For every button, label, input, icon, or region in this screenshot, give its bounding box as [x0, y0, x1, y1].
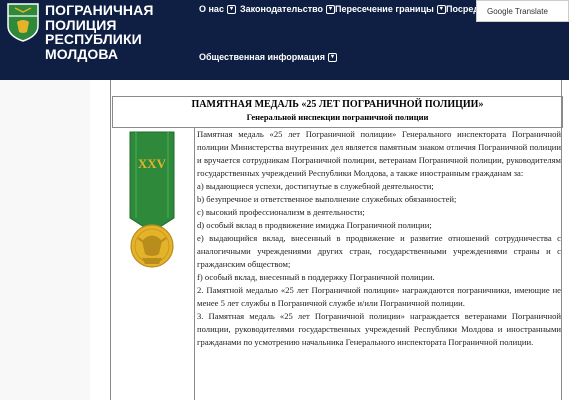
- nav-border-crossing-label: Пересечение границы: [335, 4, 434, 14]
- border-police-logo-icon[interactable]: [6, 2, 40, 42]
- table-border-left: [110, 80, 111, 400]
- article-paragraph: a) выдающиеся успехи, достигнутые в служ…: [197, 181, 434, 191]
- chevron-down-icon: ▾: [327, 52, 337, 62]
- nav-public-information-label: Общественная информация: [199, 52, 325, 62]
- left-sidebar: [0, 80, 90, 400]
- nav-about-label: О нас: [199, 4, 224, 14]
- medal-ribbon-text: XXV: [138, 156, 167, 171]
- brand-line: ПОЛИЦИЯ: [45, 16, 117, 33]
- google-translate-label: Google Translate: [487, 6, 548, 16]
- medal-image-cell: XXV: [112, 128, 195, 400]
- page-body: ПАМЯТНАЯ МЕДАЛЬ «25 ЛЕТ ПОГРАНИЧНОЙ ПОЛИ…: [0, 80, 569, 400]
- nav-mediation[interactable]: Посред: [446, 4, 479, 14]
- brand-line: ПОГРАНИЧНАЯ: [45, 2, 154, 18]
- site-header: ПОГРАНИЧНАЯ ПОЛИЦИЯ РЕСПУБЛИКИ МОЛДОВА О…: [0, 0, 569, 80]
- google-translate-widget[interactable]: Google Translate: [476, 0, 569, 22]
- article-paragraph: Памятная медаль «25 лет Пограничной поли…: [197, 129, 561, 178]
- article-paragraph: b) безупречное и ответственное выполнени…: [197, 194, 457, 204]
- nav-legislation-label: Законодательство: [240, 4, 324, 14]
- chevron-down-icon: ▾: [226, 4, 236, 14]
- nav-about[interactable]: О нас ▾: [199, 4, 236, 14]
- site-brand-name[interactable]: ПОГРАНИЧНАЯ ПОЛИЦИЯ РЕСПУБЛИКИ МОЛДОВА: [45, 3, 154, 61]
- page-subtitle: Генеральной инспекции пограничной полици…: [246, 112, 429, 122]
- article-paragraph: c) высокий профессионализм в деятельност…: [197, 207, 365, 217]
- article-paragraph: 3. Памятная медаль «25 лет Пограничной п…: [197, 311, 561, 347]
- table-border-right: [561, 80, 562, 400]
- chevron-down-icon: ▾: [326, 4, 336, 14]
- chevron-down-icon: ▾: [436, 4, 446, 14]
- nav-mediation-label: Посред: [446, 4, 480, 14]
- brand-line: РЕСПУБЛИКИ: [45, 31, 142, 47]
- article-paragraph: 2. Памятной медалью «25 лет Пограничной …: [197, 285, 561, 308]
- nav-public-information[interactable]: Общественная информация ▾: [199, 52, 337, 62]
- nav-legislation[interactable]: Законодательство ▾: [240, 4, 336, 14]
- article-title-block: ПАМЯТНАЯ МЕДАЛЬ «25 ЛЕТ ПОГРАНИЧНОЙ ПОЛИ…: [112, 96, 563, 128]
- nav-border-crossing[interactable]: Пересечение границы ▾: [335, 4, 446, 14]
- article-paragraph: f) особый вклад, внесенный в поддержку П…: [197, 272, 435, 282]
- article-paragraph: d) особый вклад в продвижение имиджа Пог…: [197, 220, 432, 230]
- article-text: Памятная медаль «25 лет Пограничной поли…: [197, 128, 561, 349]
- article-content: ПАМЯТНАЯ МЕДАЛЬ «25 ЛЕТ ПОГРАНИЧНОЙ ПОЛИ…: [90, 80, 569, 400]
- page-title: ПАМЯТНАЯ МЕДАЛЬ «25 ЛЕТ ПОГРАНИЧНОЙ ПОЛИ…: [191, 99, 484, 110]
- brand-line: МОЛДОВА: [45, 45, 119, 62]
- commemorative-medal-image: XXV: [129, 131, 175, 268]
- article-paragraph: e) выдающийся вклад, внесенный в продвиж…: [197, 233, 561, 269]
